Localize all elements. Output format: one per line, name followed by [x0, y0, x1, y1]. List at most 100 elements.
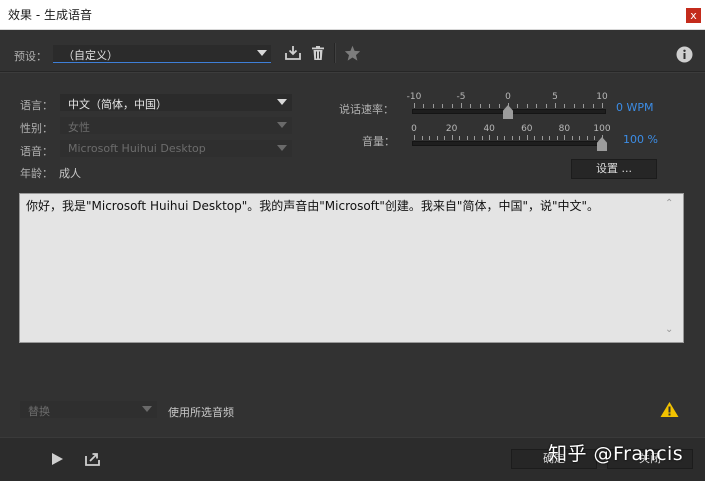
tick-label: 60	[521, 124, 533, 134]
slider-tick-mark	[564, 135, 566, 140]
scroll-up-icon[interactable]: ⌃	[665, 198, 673, 209]
replace-dropdown[interactable]: 替换	[20, 401, 157, 418]
language-label: 语言：	[20, 99, 53, 112]
slider-tick-mark	[602, 103, 603, 108]
slider-tick-mark	[526, 104, 528, 108]
slider-tick-mark	[511, 136, 513, 140]
language-dropdown[interactable]: 中文（简体，中国）	[60, 94, 292, 111]
slider-tick-mark	[583, 104, 585, 108]
slider-tick-mark	[556, 136, 558, 140]
slider-tick-mark	[444, 136, 446, 140]
slider-tick-mark	[489, 135, 491, 140]
chevron-down-icon	[277, 145, 287, 151]
use-selected-audio-label[interactable]: 使用所选音频	[168, 404, 234, 420]
tick-label: 0	[411, 124, 417, 134]
play-icon[interactable]	[50, 452, 64, 469]
slider-tick-mark	[549, 136, 551, 140]
volume-label: 音量：	[362, 135, 395, 148]
warning-icon[interactable]	[660, 401, 679, 421]
language-value: 中文（简体，中国）	[68, 98, 167, 111]
slider-tick-mark	[602, 135, 603, 140]
tick-label: -5	[456, 92, 466, 102]
scroll-down-icon[interactable]: ⌄	[665, 324, 673, 335]
slider-tick-mark	[414, 103, 415, 108]
tick-label: 20	[445, 124, 458, 134]
preset-label: 预设：	[14, 50, 47, 63]
slider-tick-mark	[414, 135, 415, 140]
slider-tick-mark	[536, 104, 538, 108]
slider-tick-mark	[461, 103, 462, 108]
slider-tick-mark	[479, 104, 481, 108]
tick-label: 10	[596, 92, 608, 102]
slider-tick-mark	[429, 136, 431, 140]
title-bar: 效果 - 生成语音 x	[0, 0, 705, 30]
slider-tick-mark	[541, 136, 543, 140]
slider-tick-mark	[526, 135, 528, 140]
slider-tick-mark	[571, 136, 573, 140]
slider-tick-mark	[466, 136, 468, 140]
window-title: 效果 - 生成语音	[8, 8, 92, 22]
volume-slider[interactable]: 0 20 40 60 80 100	[411, 124, 611, 152]
star-icon[interactable]	[344, 45, 361, 64]
slider-tick-mark	[586, 136, 588, 140]
preset-value: （自定义）	[63, 49, 118, 62]
slider-tick-mark	[432, 104, 434, 108]
slider-tick-mark	[459, 136, 461, 140]
speech-text-input[interactable]: 你好，我是"Microsoft Huihui Desktop"。我的声音由"Mi…	[19, 193, 684, 343]
slider-tick-mark	[496, 136, 498, 140]
slider-tick-mark	[594, 136, 596, 140]
volume-readout[interactable]: 100 %	[623, 133, 658, 146]
voice-value: Microsoft Huihui Desktop	[68, 142, 206, 155]
save-preset-icon[interactable]	[284, 45, 302, 64]
chevron-down-icon	[277, 122, 287, 128]
slider-tick-mark	[592, 104, 594, 108]
slider-tick-mark	[451, 104, 453, 108]
close-window-button[interactable]: x	[686, 8, 701, 23]
slider-tick-mark	[555, 103, 556, 108]
slider-tick-mark	[573, 104, 575, 108]
slider-tick-mark	[517, 104, 519, 108]
slider-tick-mark	[451, 135, 453, 140]
toolbar-separator	[334, 43, 336, 63]
slider-tick-mark	[442, 104, 444, 108]
slider-tick-mark	[498, 104, 500, 108]
settings-button[interactable]: 设置 ...	[571, 159, 657, 179]
speech-rate-readout[interactable]: 0 WPM	[616, 101, 654, 114]
export-icon[interactable]	[84, 451, 102, 470]
tick-label: 100	[593, 124, 611, 134]
watermark: 知乎 @Francis	[548, 443, 684, 465]
voice-label: 语音：	[20, 145, 53, 158]
tick-label: -10	[406, 92, 422, 102]
info-icon[interactable]	[676, 46, 693, 66]
slider-tick-mark	[545, 104, 547, 108]
slider-tick-mark	[564, 104, 566, 108]
chevron-down-icon	[277, 99, 287, 105]
slider-tick-mark	[579, 136, 581, 140]
speech-rate-slider[interactable]: -10 -5 0 5 10	[407, 92, 608, 120]
slider-track	[412, 141, 606, 146]
slider-tick-mark	[481, 136, 483, 140]
speech-rate-label: 说话速率：	[339, 103, 394, 116]
replace-value: 替换	[28, 405, 50, 418]
age-label: 年龄：	[20, 167, 53, 180]
age-value: 成人	[59, 167, 81, 180]
preset-dropdown[interactable]: （自定义）	[53, 45, 271, 63]
slider-tick-mark	[421, 136, 423, 140]
gender-label: 性别：	[20, 122, 53, 135]
slider-tick-mark	[504, 136, 506, 140]
slider-tick-mark	[519, 136, 521, 140]
speech-text-content: 你好，我是"Microsoft Huihui Desktop"。我的声音由"Mi…	[26, 199, 600, 213]
section-divider	[0, 71, 705, 73]
slider-tick-mark	[489, 104, 491, 108]
gender-value: 女性	[68, 121, 90, 134]
trash-icon[interactable]	[310, 45, 326, 64]
tick-label: 5	[552, 92, 558, 102]
slider-tick-mark	[534, 136, 536, 140]
voice-dropdown[interactable]: Microsoft Huihui Desktop	[60, 140, 292, 157]
tick-label: 0	[505, 92, 511, 102]
slider-tick-mark	[474, 136, 476, 140]
chevron-down-icon	[257, 50, 267, 56]
slider-tick-mark	[508, 103, 509, 108]
gender-dropdown[interactable]: 女性	[60, 117, 292, 134]
tick-label: 80	[558, 124, 571, 134]
